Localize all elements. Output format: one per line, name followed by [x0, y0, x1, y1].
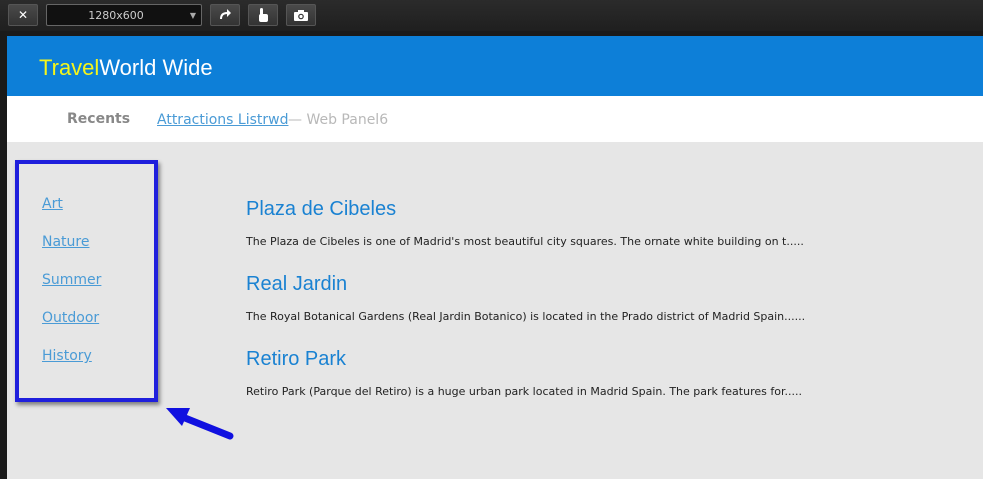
app-viewport: TravelWorld Wide Recents Attractions Lis… — [7, 36, 983, 479]
breadcrumb-link[interactable]: Attractions Listrwd — [157, 112, 288, 128]
recents-label[interactable]: Recents — [67, 111, 130, 127]
category-history[interactable]: History — [42, 348, 92, 364]
rotate-icon — [220, 9, 231, 19]
breadcrumb-current: — Web Panel6 — [288, 112, 389, 128]
category-menu: Art Nature Summer Outdoor History — [15, 160, 158, 402]
touch-icon — [259, 8, 268, 22]
app-header: TravelWorld Wide — [7, 36, 983, 96]
resolution-select[interactable]: 1280x600 ▼ — [46, 4, 202, 26]
brand-travel: Travel — [39, 55, 100, 80]
category-summer[interactable]: Summer — [42, 272, 101, 288]
category-art[interactable]: Art — [42, 196, 63, 212]
emulator-toolbar: ✕ 1280x600 ▼ — [0, 0, 983, 31]
close-icon: ✕ — [17, 8, 29, 22]
camera-icon — [294, 10, 308, 21]
breadcrumb: Recents Attractions Listrwd — Web Panel6 — [7, 96, 983, 142]
resolution-value: 1280x600 — [88, 8, 144, 22]
attraction-description: The Plaza de Cibeles is one of Madrid's … — [246, 235, 804, 248]
attraction-description: Retiro Park (Parque del Retiro) is a hug… — [246, 385, 802, 398]
attraction-title[interactable]: Retiro Park — [246, 348, 346, 371]
rotate-button[interactable] — [210, 4, 240, 26]
screenshot-button[interactable] — [286, 4, 316, 26]
attraction-title[interactable]: Real Jardin — [246, 273, 347, 296]
category-outdoor[interactable]: Outdoor — [42, 310, 99, 326]
touch-button[interactable] — [248, 4, 278, 26]
attraction-title[interactable]: Plaza de Cibeles — [246, 198, 396, 221]
brand-world-wide: World Wide — [99, 55, 213, 80]
chevron-down-icon: ▼ — [189, 10, 197, 20]
category-nature[interactable]: Nature — [42, 234, 89, 250]
annotation-arrow-icon — [166, 408, 234, 440]
close-button[interactable]: ✕ — [8, 4, 38, 26]
attraction-description: The Royal Botanical Gardens (Real Jardin… — [246, 310, 806, 323]
brand-logo[interactable]: TravelWorld Wide — [39, 55, 213, 81]
